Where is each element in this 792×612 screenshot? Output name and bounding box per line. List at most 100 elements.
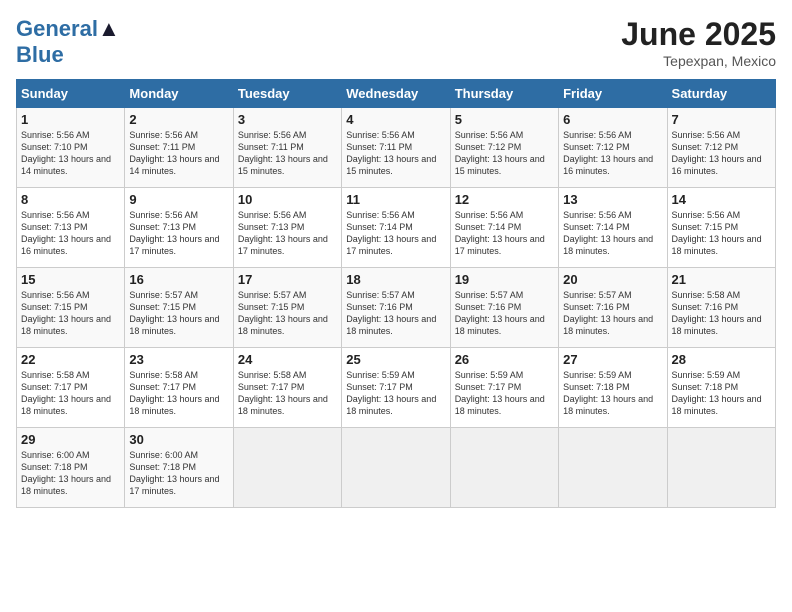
day-info: Sunrise: 5:56 AMSunset: 7:12 PMDaylight:… <box>563 130 653 176</box>
day-info: Sunrise: 5:57 AMSunset: 7:16 PMDaylight:… <box>455 290 545 336</box>
table-row: 20Sunrise: 5:57 AMSunset: 7:16 PMDayligh… <box>559 268 667 348</box>
day-number: 23 <box>129 352 228 367</box>
day-info: Sunrise: 5:56 AMSunset: 7:13 PMDaylight:… <box>238 210 328 256</box>
table-row <box>450 428 558 508</box>
day-info: Sunrise: 5:56 AMSunset: 7:13 PMDaylight:… <box>21 210 111 256</box>
day-number: 6 <box>563 112 662 127</box>
day-info: Sunrise: 6:00 AMSunset: 7:18 PMDaylight:… <box>129 450 219 496</box>
header-tuesday: Tuesday <box>233 80 341 108</box>
logo-general: General <box>16 16 98 41</box>
day-number: 18 <box>346 272 445 287</box>
day-info: Sunrise: 5:56 AMSunset: 7:15 PMDaylight:… <box>672 210 762 256</box>
day-info: Sunrise: 5:56 AMSunset: 7:10 PMDaylight:… <box>21 130 111 176</box>
day-number: 25 <box>346 352 445 367</box>
day-number: 1 <box>21 112 120 127</box>
table-row: 28 Sunrise: 5:59 AMSunset: 7:18 PMDayligh… <box>667 348 775 428</box>
day-info: Sunrise: 6:00 AMSunset: 7:18 PMDaylight:… <box>21 450 111 496</box>
table-row: 25 Sunrise: 5:59 AMSunset: 7:17 PMDayligh… <box>342 348 450 428</box>
header-saturday: Saturday <box>667 80 775 108</box>
day-info: Sunrise: 5:58 AMSunset: 7:17 PMDaylight:… <box>238 370 328 416</box>
day-number: 7 <box>672 112 771 127</box>
table-row: 11 Sunrise: 5:56 AMSunset: 7:14 PMDayligh… <box>342 188 450 268</box>
table-row: 30Sunrise: 6:00 AMSunset: 7:18 PMDayligh… <box>125 428 233 508</box>
table-row: 18 Sunrise: 5:57 AMSunset: 7:16 PMDayligh… <box>342 268 450 348</box>
table-row: 9 Sunrise: 5:56 AMSunset: 7:13 PMDaylight… <box>125 188 233 268</box>
table-row: 5 Sunrise: 5:56 AMSunset: 7:12 PMDaylight… <box>450 108 558 188</box>
day-number: 21 <box>672 272 771 287</box>
day-info: Sunrise: 5:57 AMSunset: 7:15 PMDaylight:… <box>129 290 219 336</box>
table-row: 27 Sunrise: 5:59 AMSunset: 7:18 PMDayligh… <box>559 348 667 428</box>
table-row <box>667 428 775 508</box>
table-row: 24 Sunrise: 5:58 AMSunset: 7:17 PMDayligh… <box>233 348 341 428</box>
title-area: June 2025 Tepexpan, Mexico <box>621 16 776 69</box>
day-info: Sunrise: 5:56 AMSunset: 7:11 PMDaylight:… <box>346 130 436 176</box>
day-number: 9 <box>129 192 228 207</box>
day-number: 27 <box>563 352 662 367</box>
day-number: 13 <box>563 192 662 207</box>
table-row: 8 Sunrise: 5:56 AMSunset: 7:13 PMDaylight… <box>17 188 125 268</box>
table-row: 14 Sunrise: 5:56 AMSunset: 7:15 PMDayligh… <box>667 188 775 268</box>
logo-text: General▲ Blue <box>16 16 120 68</box>
table-row: 10 Sunrise: 5:56 AMSunset: 7:13 PMDayligh… <box>233 188 341 268</box>
day-number: 14 <box>672 192 771 207</box>
day-info: Sunrise: 5:56 AMSunset: 7:14 PMDaylight:… <box>563 210 653 256</box>
table-row: 2 Sunrise: 5:56 AMSunset: 7:11 PMDaylight… <box>125 108 233 188</box>
day-info: Sunrise: 5:59 AMSunset: 7:17 PMDaylight:… <box>455 370 545 416</box>
calendar-subtitle: Tepexpan, Mexico <box>621 53 776 69</box>
day-number: 8 <box>21 192 120 207</box>
header: General▲ Blue June 2025 Tepexpan, Mexico <box>16 16 776 69</box>
day-number: 22 <box>21 352 120 367</box>
logo: General▲ Blue <box>16 16 120 68</box>
day-info: Sunrise: 5:59 AMSunset: 7:17 PMDaylight:… <box>346 370 436 416</box>
day-info: Sunrise: 5:56 AMSunset: 7:12 PMDaylight:… <box>672 130 762 176</box>
table-row: 4Sunrise: 5:56 AMSunset: 7:11 PMDaylight… <box>342 108 450 188</box>
day-info: Sunrise: 5:59 AMSunset: 7:18 PMDaylight:… <box>672 370 762 416</box>
day-number: 3 <box>238 112 337 127</box>
day-info: Sunrise: 5:57 AMSunset: 7:16 PMDaylight:… <box>346 290 436 336</box>
weekday-header-row: Sunday Monday Tuesday Wednesday Thursday… <box>17 80 776 108</box>
day-number: 15 <box>21 272 120 287</box>
day-info: Sunrise: 5:59 AMSunset: 7:18 PMDaylight:… <box>563 370 653 416</box>
calendar-week-row: 22 Sunrise: 5:58 AMSunset: 7:17 PMDayligh… <box>17 348 776 428</box>
day-number: 11 <box>346 192 445 207</box>
day-number: 28 <box>672 352 771 367</box>
day-info: Sunrise: 5:58 AMSunset: 7:17 PMDaylight:… <box>129 370 219 416</box>
table-row: 3Sunrise: 5:56 AMSunset: 7:11 PMDaylight… <box>233 108 341 188</box>
calendar-week-row: 29Sunrise: 6:00 AMSunset: 7:18 PMDayligh… <box>17 428 776 508</box>
day-info: Sunrise: 5:56 AMSunset: 7:14 PMDaylight:… <box>455 210 545 256</box>
table-row: 7 Sunrise: 5:56 AMSunset: 7:12 PMDaylight… <box>667 108 775 188</box>
table-row: 22Sunrise: 5:58 AMSunset: 7:17 PMDayligh… <box>17 348 125 428</box>
day-number: 17 <box>238 272 337 287</box>
table-row: 21Sunrise: 5:58 AMSunset: 7:16 PMDayligh… <box>667 268 775 348</box>
day-number: 24 <box>238 352 337 367</box>
day-number: 26 <box>455 352 554 367</box>
day-info: Sunrise: 5:56 AMSunset: 7:11 PMDaylight:… <box>129 130 219 176</box>
table-row <box>342 428 450 508</box>
calendar-table: Sunday Monday Tuesday Wednesday Thursday… <box>16 79 776 508</box>
header-friday: Friday <box>559 80 667 108</box>
header-thursday: Thursday <box>450 80 558 108</box>
calendar-week-row: 15 Sunrise: 5:56 AMSunset: 7:15 PMDayligh… <box>17 268 776 348</box>
table-row: 23 Sunrise: 5:58 AMSunset: 7:17 PMDayligh… <box>125 348 233 428</box>
table-row: 13 Sunrise: 5:56 AMSunset: 7:14 PMDayligh… <box>559 188 667 268</box>
day-info: Sunrise: 5:56 AMSunset: 7:14 PMDaylight:… <box>346 210 436 256</box>
table-row <box>559 428 667 508</box>
day-number: 19 <box>455 272 554 287</box>
day-info: Sunrise: 5:56 AMSunset: 7:13 PMDaylight:… <box>129 210 219 256</box>
day-number: 2 <box>129 112 228 127</box>
calendar-title: June 2025 <box>621 16 776 53</box>
day-info: Sunrise: 5:56 AMSunset: 7:12 PMDaylight:… <box>455 130 545 176</box>
day-info: Sunrise: 5:57 AMSunset: 7:15 PMDaylight:… <box>238 290 328 336</box>
day-info: Sunrise: 5:56 AMSunset: 7:15 PMDaylight:… <box>21 290 111 336</box>
day-number: 20 <box>563 272 662 287</box>
calendar-week-row: 1 Sunrise: 5:56 AMSunset: 7:10 PMDaylight… <box>17 108 776 188</box>
table-row: 17 Sunrise: 5:57 AMSunset: 7:15 PMDayligh… <box>233 268 341 348</box>
day-number: 16 <box>129 272 228 287</box>
table-row: 16 Sunrise: 5:57 AMSunset: 7:15 PMDayligh… <box>125 268 233 348</box>
day-number: 10 <box>238 192 337 207</box>
logo-blue: Blue <box>16 42 64 67</box>
header-sunday: Sunday <box>17 80 125 108</box>
day-number: 5 <box>455 112 554 127</box>
table-row: 15 Sunrise: 5:56 AMSunset: 7:15 PMDayligh… <box>17 268 125 348</box>
table-row: 26 Sunrise: 5:59 AMSunset: 7:17 PMDayligh… <box>450 348 558 428</box>
